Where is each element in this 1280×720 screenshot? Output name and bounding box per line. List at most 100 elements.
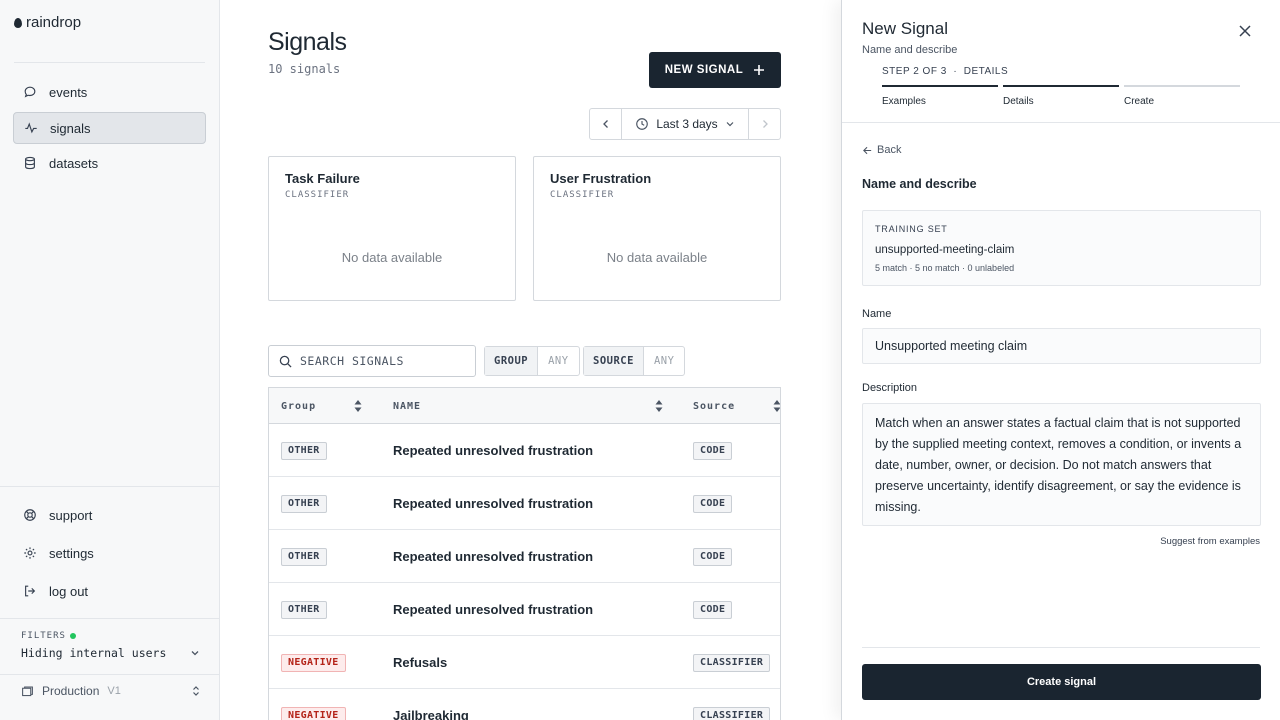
back-link[interactable]: Back: [862, 144, 901, 156]
table-row[interactable]: OTHER Repeated unresolved frustration CODE: [269, 583, 780, 636]
logo-text: raindrop: [26, 14, 82, 31]
group-badge: NEGATIVE: [281, 707, 346, 720]
new-signal-button[interactable]: NEW SIGNAL: [649, 52, 781, 88]
page-title: Signals: [268, 28, 347, 56]
sidebar-item-datasets[interactable]: datasets: [13, 147, 206, 179]
column-header-group[interactable]: Group: [281, 401, 316, 412]
name-field[interactable]: Unsupported meeting claim: [862, 328, 1261, 364]
signal-card-user-frustration[interactable]: User Frustration CLASSIFIER No data avai…: [533, 156, 781, 301]
sidebar-divider: [14, 62, 205, 63]
signal-name: Repeated unresolved frustration: [393, 496, 594, 511]
environment-name: Production: [42, 684, 100, 698]
table-row[interactable]: NEGATIVE Jailbreaking CLASSIFIER: [269, 689, 780, 720]
signal-card-task-failure[interactable]: Task Failure CLASSIFIER No data availabl…: [268, 156, 516, 301]
sidebar-divider: [0, 618, 219, 619]
sidebar-item-signals[interactable]: signals: [13, 112, 206, 144]
signal-name: Repeated unresolved frustration: [393, 549, 594, 564]
group-filter[interactable]: GROUP ANY: [484, 346, 580, 376]
environment-switcher[interactable]: Production V1: [21, 684, 201, 698]
sidebar-item-events[interactable]: events: [13, 76, 206, 108]
chevron-left-icon: [602, 120, 608, 128]
table-row[interactable]: OTHER Repeated unresolved frustration CODE: [269, 530, 780, 583]
database-icon: [25, 156, 35, 170]
step-label-details[interactable]: Details: [1003, 96, 1034, 107]
table-header: Group NAME Source: [269, 388, 780, 424]
table-row[interactable]: NEGATIVE Refusals CLASSIFIER: [269, 636, 780, 689]
create-signal-button[interactable]: Create signal: [862, 664, 1261, 700]
source-badge: CODE: [693, 601, 733, 619]
date-next-button[interactable]: [748, 109, 780, 139]
group-badge: OTHER: [281, 495, 327, 513]
section-title: Name and describe: [862, 177, 977, 191]
group-badge: OTHER: [281, 442, 327, 460]
logout-icon: [25, 585, 36, 597]
group-badge: OTHER: [281, 548, 327, 566]
description-field[interactable]: Match when an answer states a factual cl…: [862, 403, 1261, 526]
name-label: Name: [862, 308, 892, 320]
card-type: CLASSIFIER: [285, 190, 350, 200]
step-label-examples[interactable]: Examples: [882, 96, 926, 107]
filters-value-row: Hiding internal users: [21, 646, 201, 660]
table-row[interactable]: OTHER Repeated unresolved frustration CODE: [269, 424, 780, 477]
card-empty-state: No data available: [606, 250, 708, 265]
new-signal-label: NEW SIGNAL: [664, 64, 744, 76]
sidebar: raindrop events signals datasets support…: [0, 0, 220, 720]
suggest-from-examples-link[interactable]: Suggest from examples: [1160, 536, 1260, 547]
new-signal-panel: New Signal Name and describe STEP 2 OF 3…: [841, 0, 1280, 720]
source-badge: CLASSIFIER: [693, 707, 771, 720]
step-label-create[interactable]: Create: [1124, 96, 1154, 107]
table-body: OTHER Repeated unresolved frustration CODE…: [269, 424, 780, 720]
filters-control[interactable]: FILTERS Hiding internal users: [21, 631, 201, 660]
source-filter-key: SOURCE: [584, 347, 644, 375]
group-filter-value: ANY: [548, 355, 569, 367]
chat-bubble-icon: [24, 86, 36, 98]
back-label: Back: [877, 144, 902, 156]
group-filter-key: GROUP: [485, 347, 539, 375]
sidebar-item-logout[interactable]: log out: [13, 575, 206, 607]
panel-subtitle: Name and describe: [862, 44, 958, 56]
activity-icon: [25, 122, 37, 134]
sort-icon[interactable]: [773, 399, 781, 413]
clock-icon: [636, 118, 649, 130]
training-set-label: TRAINING SET: [875, 224, 948, 234]
training-set-summary: TRAINING SET unsupported-meeting-claim 5…: [862, 210, 1261, 286]
signal-name: Repeated unresolved frustration: [393, 443, 594, 458]
card-type: CLASSIFIER: [550, 190, 615, 200]
chevron-down-icon: [191, 651, 199, 656]
date-prev-button[interactable]: [590, 109, 622, 139]
environment-version: V1: [107, 685, 121, 697]
table-row[interactable]: OTHER Repeated unresolved frustration CODE: [269, 477, 780, 530]
source-badge: CLASSIFIER: [693, 654, 771, 672]
step-bar-create: [1124, 85, 1240, 87]
description-label: Description: [862, 382, 918, 394]
sidebar-item-label: signals: [50, 120, 91, 136]
signal-name: Jailbreaking: [393, 708, 469, 720]
status-dot-icon: [69, 633, 76, 639]
sidebar-item-support[interactable]: support: [13, 499, 206, 531]
card-title: User Frustration: [550, 171, 652, 186]
card-empty-state: No data available: [341, 250, 443, 265]
panel-divider: [842, 122, 1280, 123]
sidebar-item-label: settings: [49, 545, 94, 561]
signals-table: Group NAME Source OTHER Repeated unresolv…: [268, 387, 781, 720]
column-header-name[interactable]: NAME: [393, 401, 421, 412]
panel-title: New Signal: [862, 19, 948, 38]
card-title: Task Failure: [285, 171, 360, 186]
gear-icon: [24, 547, 36, 559]
signal-count: 10 signals: [268, 62, 341, 76]
filters-value: Hiding internal users: [21, 646, 167, 660]
sort-icon[interactable]: [354, 399, 362, 413]
sidebar-item-label: events: [49, 84, 88, 100]
search-input[interactable]: SEARCH SIGNALS: [268, 345, 476, 377]
sidebar-item-settings[interactable]: settings: [13, 537, 206, 569]
column-header-source[interactable]: Source: [693, 401, 735, 412]
close-icon[interactable]: [1238, 24, 1252, 38]
date-range-label: Last 3 days: [656, 117, 718, 131]
sort-icon[interactable]: [655, 399, 663, 413]
date-range-dropdown[interactable]: Last 3 days: [622, 117, 748, 131]
filters-label-row: FILTERS: [21, 631, 201, 641]
app-logo[interactable]: raindrop: [14, 14, 81, 31]
step-indicator: STEP 2 OF 3 · DETAILS: [882, 66, 1009, 77]
step-bar-examples: [882, 85, 998, 87]
source-filter[interactable]: SOURCE ANY: [583, 346, 686, 376]
